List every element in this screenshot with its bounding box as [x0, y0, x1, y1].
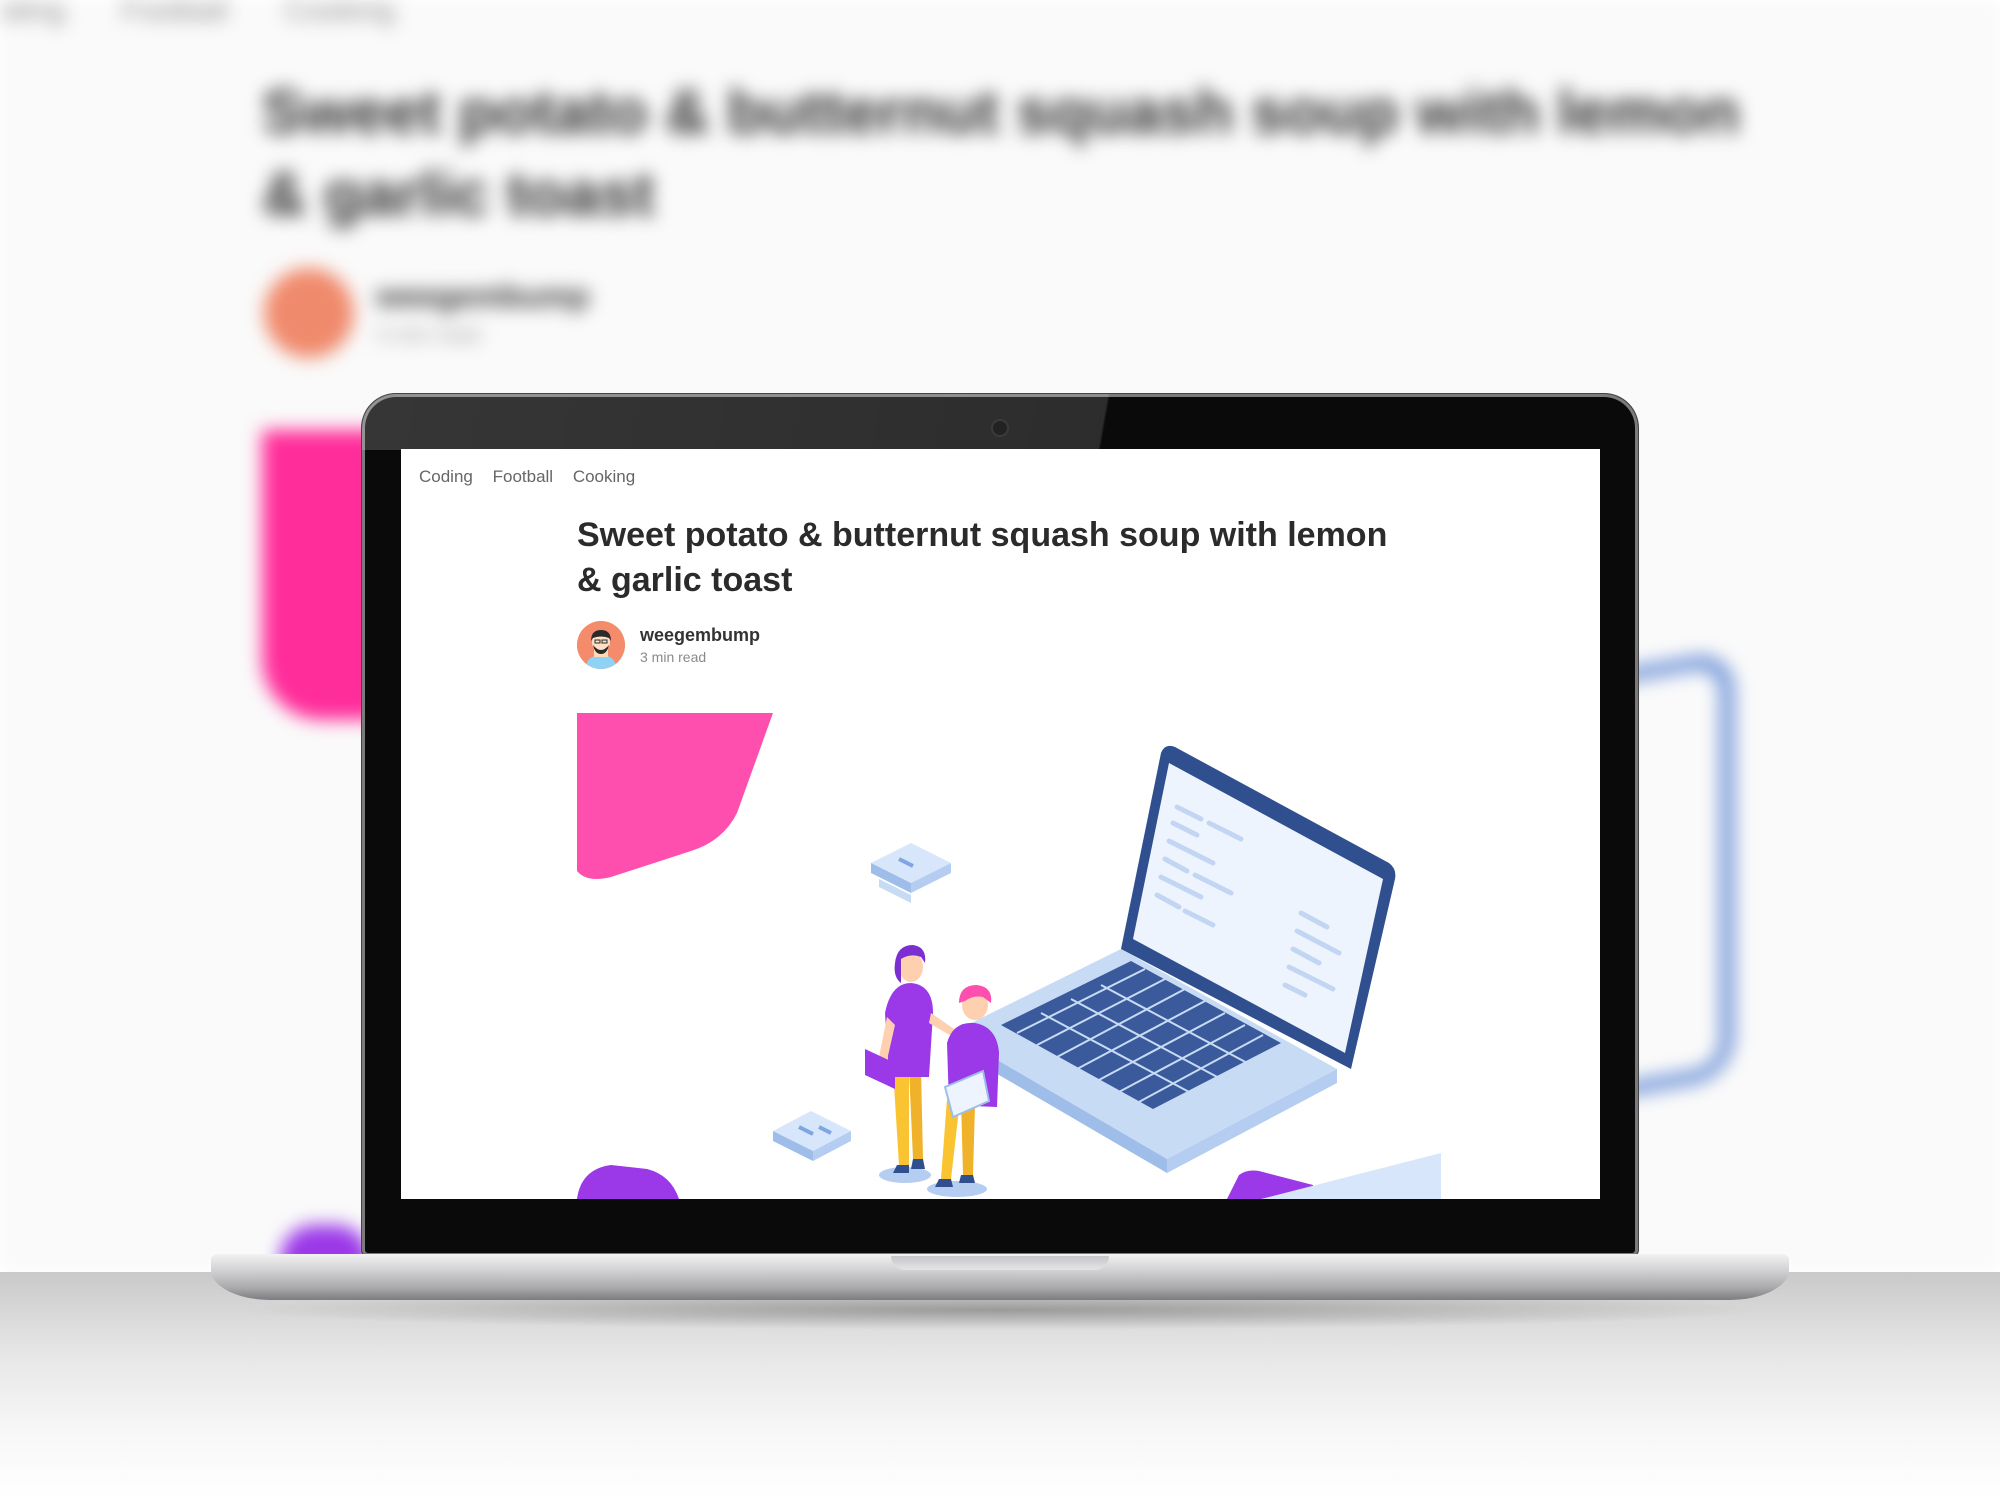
breadcrumb-football[interactable]: Football [493, 467, 553, 486]
background-crumb: Coding [0, 0, 66, 27]
author-name[interactable]: weegembump [640, 625, 760, 646]
breadcrumb: Coding Football Cooking [419, 467, 650, 487]
breadcrumb-cooking[interactable]: Cooking [573, 467, 635, 486]
background-breadcrumbs: Coding Football Cooking [0, 0, 443, 28]
background-read-time: 3 min read [376, 322, 480, 347]
background-avatar [264, 268, 354, 358]
background-crumb: Football [121, 0, 229, 27]
coding-illustration-icon [577, 713, 1441, 1199]
article-title: Sweet potato & butternut squash soup wit… [577, 516, 1388, 599]
laptop-opening-notch [891, 1256, 1109, 1270]
avatar[interactable] [577, 621, 625, 669]
pink-shape [577, 713, 773, 879]
laptop-screen: Coding Football Cooking Sweet potato & b… [401, 449, 1600, 1199]
breadcrumb-coding[interactable]: Coding [419, 467, 473, 486]
background-crumb: Cooking [284, 0, 395, 27]
camera-icon [991, 419, 1009, 437]
background-author: weegembump [376, 278, 590, 314]
background-title: Sweet potato & butternut squash soup wit… [262, 78, 1740, 229]
purple-shape-left [577, 1165, 679, 1199]
avatar-icon [577, 621, 625, 669]
read-time: 3 min read [640, 649, 707, 665]
hero-illustration [401, 713, 1600, 1199]
